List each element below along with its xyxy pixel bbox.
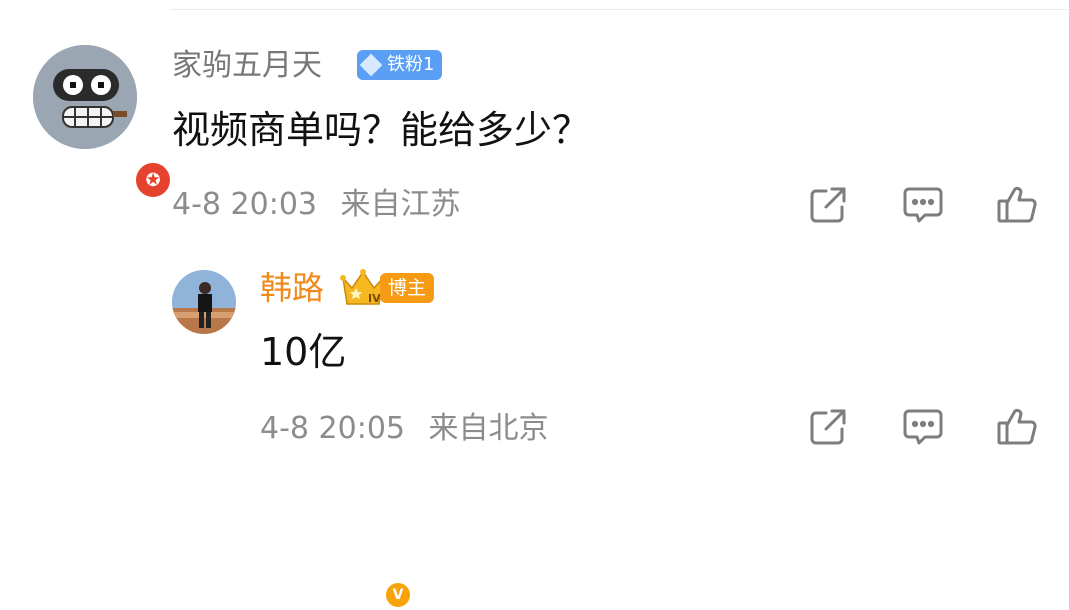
reply-timestamp: 4-8 20:05 xyxy=(260,411,405,446)
like-icon[interactable] xyxy=(995,183,1039,227)
reply-location: 来自北京 xyxy=(428,411,549,446)
reply-comment-icon[interactable] xyxy=(901,405,945,449)
comment-meta: 4-8 20:03 来自江苏 xyxy=(172,184,461,226)
commenter-username[interactable]: 家驹五月天 xyxy=(172,46,322,86)
reply-like-icon[interactable] xyxy=(995,405,1039,449)
fan-level-badge: 铁粉1 xyxy=(357,50,443,80)
verified-v-badge-icon: V xyxy=(383,580,413,610)
commenter-avatar[interactable]: ✪ xyxy=(33,45,173,200)
share-icon[interactable] xyxy=(806,183,850,227)
top-divider xyxy=(170,9,1069,10)
reply-meta: 4-8 20:05 来自北京 xyxy=(260,408,549,450)
person-photo-icon xyxy=(172,270,236,334)
fan-badge-label: 铁粉1 xyxy=(387,54,435,75)
replier-avatar[interactable]: V xyxy=(172,270,413,610)
comment-timestamp: 4-8 20:03 xyxy=(172,187,317,222)
blogger-badge: 博主 xyxy=(380,273,435,303)
reply-share-icon[interactable] xyxy=(806,405,850,449)
diamond-icon xyxy=(359,53,383,77)
comment-location: 来自江苏 xyxy=(340,187,461,222)
reply-text: 10亿 xyxy=(260,330,347,374)
robot-face-icon xyxy=(33,45,137,149)
replier-username[interactable]: 韩路 xyxy=(260,266,324,310)
verified-badge-icon: ✪ xyxy=(133,160,173,200)
comment-text: 视频商单吗？能给多少？ xyxy=(172,108,591,152)
comment-icon[interactable] xyxy=(901,183,945,227)
